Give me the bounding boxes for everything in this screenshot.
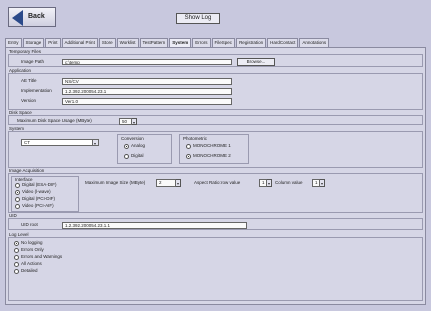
implementation-label: Implementation	[21, 88, 52, 93]
image-path-field[interactable]: c:\temp	[62, 59, 232, 65]
tab-filespec[interactable]: FileSpec	[211, 38, 236, 47]
log-detailed-label: Detailed	[21, 268, 38, 273]
photometric-title: Photometric	[183, 136, 208, 141]
conversion-analog-radio[interactable]	[124, 144, 129, 149]
tab-errors[interactable]: Errors	[192, 38, 211, 47]
column-value-field[interactable]: 1	[312, 179, 320, 187]
tab-registration[interactable]: Registration	[236, 38, 267, 47]
disk-space-group: Maximum Disk Space Usage (MByte) 50	[8, 115, 423, 125]
max-image-size-label: Maximum Image Size (MByte)	[85, 180, 146, 185]
log-all-actions-radio[interactable]	[14, 262, 19, 267]
log-all-actions-label: All Actions	[21, 261, 42, 266]
row-value-spinner[interactable]	[267, 179, 272, 187]
conversion-analog-label: Analog	[131, 143, 146, 148]
aspect-ratio-label: Aspect Ratio:	[194, 180, 221, 185]
tab-annotations[interactable]: Annotations	[299, 38, 330, 47]
back-button[interactable]: Back	[8, 7, 56, 27]
row-value-field[interactable]: 1	[259, 179, 267, 187]
tab-worklist[interactable]: Worklist	[116, 38, 139, 47]
system-select[interactable]: CT	[21, 139, 99, 146]
ae-title-field[interactable]: NS/CV	[62, 78, 232, 85]
conversion-title: Conversion	[121, 136, 144, 141]
conversion-digital-radio[interactable]	[124, 154, 129, 159]
ae-title-label: AE Title	[21, 78, 37, 83]
version-label: Version	[21, 98, 37, 103]
implementation-field[interactable]: 1.2.392.200054.23.1	[62, 88, 232, 95]
settings-window: Back Show Log Entry Storage Print Additi…	[0, 0, 431, 311]
back-arrow-icon	[12, 10, 23, 26]
log-level-group: No logging Errors Only Errors and Warnin…	[8, 237, 423, 301]
interface-option-3-radio[interactable]	[15, 204, 20, 209]
tab-store[interactable]: Store	[98, 38, 116, 47]
temporary-files-group: Image Path c:\temp Browse...	[8, 54, 423, 67]
interface-option-0-label: Digital (ESA-DIF)	[22, 182, 57, 187]
interface-option-2-label: Digital (PCI-DIF)	[22, 196, 56, 201]
log-no-logging-label: No logging	[21, 240, 43, 245]
uid-root-field[interactable]: 1.2.392.200054.23.1.1	[62, 222, 247, 229]
system-group: CT Conversion Analog Digital Photometric…	[8, 131, 423, 168]
interface-option-1-label: Video (l-wave)	[22, 189, 51, 194]
tab-print[interactable]: Print	[45, 38, 61, 47]
chevron-down-icon	[92, 140, 98, 145]
photometric-mono1-radio[interactable]	[186, 144, 191, 149]
max-image-size-field[interactable]: 2	[156, 179, 176, 187]
conversion-group: Conversion Analog Digital	[117, 134, 172, 164]
tab-system[interactable]: System	[169, 38, 192, 47]
column-value-label: Column value	[275, 180, 303, 185]
interface-option-1-radio[interactable]	[15, 190, 20, 195]
interface-option-0-radio[interactable]	[15, 183, 20, 188]
max-image-size-spinner[interactable]	[176, 179, 181, 187]
tab-entry[interactable]: Entry	[5, 38, 22, 47]
image-acquisition-group: Interface Digital (ESA-DIF) Video (l-wav…	[8, 173, 423, 213]
photometric-group: Photometric MONOCHROME 1 MONOCHROME 2	[179, 134, 249, 164]
log-detailed-radio[interactable]	[14, 269, 19, 274]
toolbar: Back Show Log	[0, 0, 431, 34]
photometric-mono2-radio[interactable]	[186, 154, 191, 159]
show-log-button[interactable]: Show Log	[176, 13, 220, 24]
application-group: AE Title NS/CV Implementation 1.2.392.20…	[8, 73, 423, 110]
photometric-mono1-label: MONOCHROME 1	[193, 143, 231, 148]
column-value-spinner[interactable]	[320, 179, 325, 187]
photometric-mono2-label: MONOCHROME 2	[193, 153, 231, 158]
tab-bar: Entry Storage Print Additional Print Sto…	[5, 38, 427, 47]
log-errors-only-label: Errors Only	[21, 247, 44, 252]
row-value-label: row value	[221, 180, 241, 185]
tab-additional-print[interactable]: Additional Print	[61, 38, 98, 47]
tab-testpattern[interactable]: TestPattern	[139, 38, 169, 47]
tab-hardcontact[interactable]: HardContact	[267, 38, 299, 47]
interface-option-3-label: Video (PCI-AIF)	[22, 203, 54, 208]
conversion-digital-label: Digital	[131, 153, 144, 158]
log-errors-warnings-label: Errors and Warnings	[21, 254, 63, 259]
max-disk-space-field[interactable]: 50	[119, 118, 132, 125]
interface-group: Interface Digital (ESA-DIF) Video (l-wav…	[11, 176, 79, 212]
uid-root-label: UID root	[21, 222, 38, 227]
browse-button[interactable]: Browse...	[237, 58, 275, 66]
system-select-value: CT	[24, 140, 30, 145]
log-errors-warnings-radio[interactable]	[14, 255, 19, 260]
max-disk-space-spinner[interactable]	[132, 118, 137, 125]
log-errors-only-radio[interactable]	[14, 248, 19, 253]
tab-storage[interactable]: Storage	[22, 38, 45, 47]
max-disk-space-label: Maximum Disk Space Usage (MByte)	[17, 118, 92, 123]
system-tab-panel: Temporary Files Image Path c:\temp Brows…	[5, 47, 426, 305]
uid-group: UID root 1.2.392.200054.23.1.1	[8, 218, 423, 230]
interface-option-2-radio[interactable]	[15, 197, 20, 202]
log-no-logging-radio[interactable]	[14, 241, 19, 246]
image-path-label: Image Path	[21, 59, 45, 64]
version-field[interactable]: Ver1.0	[62, 98, 232, 105]
back-button-label: Back	[28, 13, 45, 20]
